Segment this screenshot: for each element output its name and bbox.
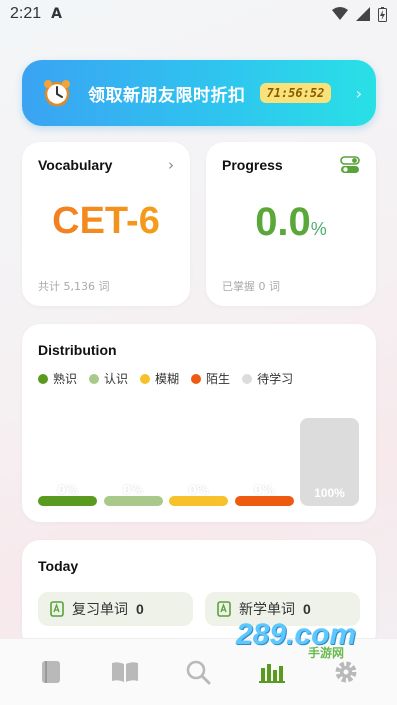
toggle-icon[interactable] [340, 156, 360, 174]
legend-dot [38, 373, 48, 384]
accessibility-icon: A [51, 6, 62, 22]
progress-value: 0.0% [222, 200, 360, 245]
distribution-bars: 0% 0% 0% 0% 100% [38, 416, 360, 506]
vocabulary-total: 共计 5,136 词 [38, 280, 110, 293]
alarm-clock-icon [44, 80, 70, 107]
vocabulary-level: CET-6 [38, 200, 174, 243]
tab-study[interactable] [105, 652, 145, 692]
today-title: Today [38, 558, 79, 574]
chart-icon [259, 664, 286, 683]
vocabulary-card[interactable]: Vocabulary › CET-6 共计 5,136 词 [22, 142, 190, 306]
signal-icon [356, 7, 370, 21]
distribution-bar: 0% [38, 483, 97, 506]
bar-label: 0% [188, 483, 209, 497]
status-bar: 2:21 A [0, 0, 397, 28]
promo-banner[interactable]: 领取新朋友限时折扣 71:56:52 › [22, 60, 376, 126]
distribution-title: Distribution [38, 342, 117, 358]
bar-label: 0% [122, 483, 144, 497]
legend-dot [191, 373, 202, 384]
bar-label: 0% [57, 483, 78, 497]
book-icon [217, 601, 231, 617]
promo-countdown: 71:56:52 [259, 83, 332, 103]
review-words-button[interactable]: 复习单词 0 [38, 592, 193, 626]
distribution-card: Distribution 熟识 认识 模糊 陌生 待学习 0% 0% 0% 0% 100… [22, 324, 376, 522]
chevron-right-icon: › [168, 156, 174, 174]
watermark-logo: 289.com 手游网 [236, 618, 356, 660]
status-time: 2:21 [10, 5, 42, 22]
legend-dot [140, 373, 151, 384]
open-book-icon [111, 662, 138, 682]
distribution-bar: 0% [234, 483, 294, 506]
legend-item: 模糊 [140, 370, 179, 387]
search-icon [187, 660, 211, 685]
wifi-icon [332, 7, 348, 20]
progress-unit: % [310, 219, 327, 239]
legend-item: 熟识 [38, 370, 77, 387]
progress-number: 0.0 [255, 200, 311, 244]
tab-wordbook[interactable] [31, 652, 71, 692]
battery-charging-icon [378, 6, 387, 22]
review-words-count: 0 [136, 601, 144, 617]
promo-text: 领取新朋友限时折扣 [88, 85, 246, 106]
legend-dot [89, 373, 100, 384]
new-words-count: 0 [303, 601, 311, 617]
book-icon [41, 661, 60, 683]
distribution-bar: 100% [300, 418, 359, 506]
vocabulary-title: Vocabulary [38, 157, 113, 173]
tab-search[interactable] [178, 652, 218, 692]
legend-item: 待学习 [242, 370, 293, 387]
watermark-sub: 手游网 [308, 646, 345, 660]
review-words-label: 复习单词 [72, 602, 128, 618]
legend-item: 认识 [89, 370, 128, 387]
legend-label: 模糊 [155, 372, 180, 386]
legend-item: 陌生 [191, 370, 230, 387]
legend-label: 认识 [104, 372, 129, 386]
progress-mastered: 已掌握 0 词 [222, 280, 280, 293]
chevron-right-icon: › [355, 83, 362, 103]
gear-icon [335, 661, 357, 683]
legend-label: 陌生 [206, 372, 231, 386]
status-icons [332, 6, 387, 22]
bar-label: 0% [253, 483, 275, 497]
distribution-bar: 0% [103, 483, 163, 506]
new-words-label: 新学单词 [239, 602, 295, 618]
distribution-bar: 0% [169, 483, 228, 506]
tab-statistics[interactable] [252, 652, 292, 692]
progress-card: Progress 0.0% 已掌握 0 词 [206, 142, 376, 306]
legend-label: 熟识 [53, 372, 78, 386]
legend-dot [242, 373, 253, 384]
book-icon [50, 601, 64, 617]
legend-label: 待学习 [257, 372, 294, 386]
distribution-legend: 熟识 认识 模糊 陌生 待学习 [38, 370, 360, 387]
bar-label: 100% [314, 486, 345, 500]
progress-title: Progress [222, 157, 283, 173]
